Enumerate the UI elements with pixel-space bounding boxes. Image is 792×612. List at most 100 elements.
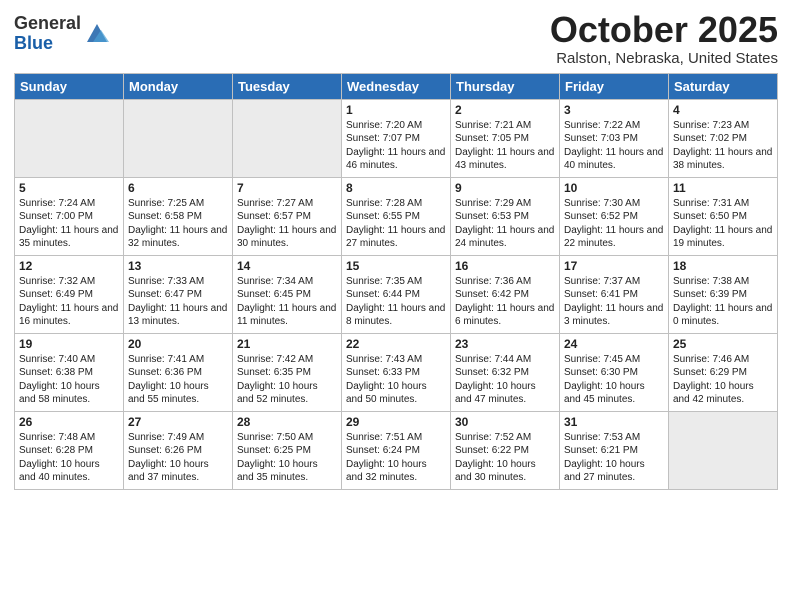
page-container: General Blue October 2025 Ralston, Nebra…	[0, 0, 792, 500]
cell-content: Sunrise: 7:28 AM Sunset: 6:55 PM Dayligh…	[346, 197, 446, 251]
table-row: 5Sunrise: 7:24 AM Sunset: 7:00 PM Daylig…	[15, 177, 124, 255]
logo-icon	[83, 20, 111, 48]
col-thursday: Thursday	[451, 73, 560, 99]
cell-content: Sunrise: 7:51 AM Sunset: 6:24 PM Dayligh…	[346, 431, 446, 485]
day-number: 24	[564, 337, 664, 351]
day-number: 10	[564, 181, 664, 195]
table-row: 9 Sunrise: 7:29 AM Sunset: 6:53 PM Daylig…	[451, 177, 560, 255]
day-number: 7	[237, 181, 337, 195]
table-row: 22 Sunrise: 7:43 AM Sunset: 6:33 PM Dayli…	[342, 333, 451, 411]
calendar-week-row: 5Sunrise: 7:24 AM Sunset: 7:00 PM Daylig…	[15, 177, 778, 255]
table-row: 14 Sunrise: 7:34 AM Sunset: 6:45 PM Dayli…	[233, 255, 342, 333]
table-row: 15Sunrise: 7:35 AM Sunset: 6:44 PM Dayli…	[342, 255, 451, 333]
table-row: 25Sunrise: 7:46 AM Sunset: 6:29 PM Dayli…	[669, 333, 778, 411]
table-row: 1Sunrise: 7:20 AM Sunset: 7:07 PM Daylig…	[342, 99, 451, 177]
day-number: 6	[128, 181, 228, 195]
day-number: 30	[455, 415, 555, 429]
cell-content: Sunrise: 7:34 AM Sunset: 6:45 PM Dayligh…	[237, 275, 337, 329]
day-number: 27	[128, 415, 228, 429]
col-tuesday: Tuesday	[233, 73, 342, 99]
table-row: 28 Sunrise: 7:50 AM Sunset: 6:25 PM Dayli…	[233, 411, 342, 489]
table-row: 6 Sunrise: 7:25 AM Sunset: 6:58 PM Daylig…	[124, 177, 233, 255]
table-row: 20Sunrise: 7:41 AM Sunset: 6:36 PM Dayli…	[124, 333, 233, 411]
table-row: 7 Sunrise: 7:27 AM Sunset: 6:57 PM Daylig…	[233, 177, 342, 255]
cell-content: Sunrise: 7:43 AM Sunset: 6:33 PM Dayligh…	[346, 353, 446, 407]
logo: General Blue	[14, 14, 111, 54]
cell-content: Sunrise: 7:29 AM Sunset: 6:53 PM Dayligh…	[455, 197, 555, 251]
table-row: 19 Sunrise: 7:40 AM Sunset: 6:38 PM Dayli…	[15, 333, 124, 411]
cell-content: Sunrise: 7:37 AM Sunset: 6:41 PM Dayligh…	[564, 275, 664, 329]
table-row: 23 Sunrise: 7:44 AM Sunset: 6:32 PM Dayli…	[451, 333, 560, 411]
cell-content: Sunrise: 7:38 AM Sunset: 6:39 PM Dayligh…	[673, 275, 773, 329]
title-block: October 2025 Ralston, Nebraska, United S…	[550, 10, 778, 67]
cell-content: Sunrise: 7:45 AM Sunset: 6:30 PM Dayligh…	[564, 353, 664, 407]
table-row: 12 Sunrise: 7:32 AM Sunset: 6:49 PM Dayli…	[15, 255, 124, 333]
day-number: 8	[346, 181, 446, 195]
calendar-week-row: 26 Sunrise: 7:48 AM Sunset: 6:28 PM Dayli…	[15, 411, 778, 489]
table-row: 2Sunrise: 7:21 AM Sunset: 7:05 PM Daylig…	[451, 99, 560, 177]
calendar-header-row: Sunday Monday Tuesday Wednesday Thursday…	[15, 73, 778, 99]
cell-content: Sunrise: 7:21 AM Sunset: 7:05 PM Dayligh…	[455, 119, 555, 173]
table-row: 11Sunrise: 7:31 AM Sunset: 6:50 PM Dayli…	[669, 177, 778, 255]
day-number: 28	[237, 415, 337, 429]
table-row: 29Sunrise: 7:51 AM Sunset: 6:24 PM Dayli…	[342, 411, 451, 489]
day-number: 19	[19, 337, 119, 351]
day-number: 3	[564, 103, 664, 117]
cell-content: Sunrise: 7:48 AM Sunset: 6:28 PM Dayligh…	[19, 431, 119, 485]
table-row	[669, 411, 778, 489]
day-number: 17	[564, 259, 664, 273]
day-number: 4	[673, 103, 773, 117]
day-number: 22	[346, 337, 446, 351]
header: General Blue October 2025 Ralston, Nebra…	[14, 10, 778, 67]
cell-content: Sunrise: 7:42 AM Sunset: 6:35 PM Dayligh…	[237, 353, 337, 407]
col-saturday: Saturday	[669, 73, 778, 99]
cell-content: Sunrise: 7:50 AM Sunset: 6:25 PM Dayligh…	[237, 431, 337, 485]
col-friday: Friday	[560, 73, 669, 99]
cell-content: Sunrise: 7:44 AM Sunset: 6:32 PM Dayligh…	[455, 353, 555, 407]
cell-content: Sunrise: 7:27 AM Sunset: 6:57 PM Dayligh…	[237, 197, 337, 251]
table-row	[15, 99, 124, 177]
month-title: October 2025	[550, 10, 778, 50]
day-number: 5	[19, 181, 119, 195]
cell-content: Sunrise: 7:31 AM Sunset: 6:50 PM Dayligh…	[673, 197, 773, 251]
table-row: 24 Sunrise: 7:45 AM Sunset: 6:30 PM Dayli…	[560, 333, 669, 411]
day-number: 26	[19, 415, 119, 429]
cell-content: Sunrise: 7:53 AM Sunset: 6:21 PM Dayligh…	[564, 431, 664, 485]
calendar-table: Sunday Monday Tuesday Wednesday Thursday…	[14, 73, 778, 490]
day-number: 9	[455, 181, 555, 195]
day-number: 14	[237, 259, 337, 273]
cell-content: Sunrise: 7:41 AM Sunset: 6:36 PM Dayligh…	[128, 353, 228, 407]
table-row: 26 Sunrise: 7:48 AM Sunset: 6:28 PM Dayli…	[15, 411, 124, 489]
col-sunday: Sunday	[15, 73, 124, 99]
day-number: 13	[128, 259, 228, 273]
table-row: 21Sunrise: 7:42 AM Sunset: 6:35 PM Dayli…	[233, 333, 342, 411]
cell-content: Sunrise: 7:36 AM Sunset: 6:42 PM Dayligh…	[455, 275, 555, 329]
table-row: 16 Sunrise: 7:36 AM Sunset: 6:42 PM Dayli…	[451, 255, 560, 333]
calendar-week-row: 12 Sunrise: 7:32 AM Sunset: 6:49 PM Dayli…	[15, 255, 778, 333]
table-row: 31 Sunrise: 7:53 AM Sunset: 6:21 PM Dayli…	[560, 411, 669, 489]
table-row: 17 Sunrise: 7:37 AM Sunset: 6:41 PM Dayli…	[560, 255, 669, 333]
day-number: 12	[19, 259, 119, 273]
col-monday: Monday	[124, 73, 233, 99]
table-row: 27 Sunrise: 7:49 AM Sunset: 6:26 PM Dayli…	[124, 411, 233, 489]
location: Ralston, Nebraska, United States	[550, 50, 778, 67]
day-number: 18	[673, 259, 773, 273]
table-row: 13Sunrise: 7:33 AM Sunset: 6:47 PM Dayli…	[124, 255, 233, 333]
table-row: 18 Sunrise: 7:38 AM Sunset: 6:39 PM Dayli…	[669, 255, 778, 333]
table-row	[233, 99, 342, 177]
cell-content: Sunrise: 7:40 AM Sunset: 6:38 PM Dayligh…	[19, 353, 119, 407]
cell-content: Sunrise: 7:25 AM Sunset: 6:58 PM Dayligh…	[128, 197, 228, 251]
cell-content: Sunrise: 7:23 AM Sunset: 7:02 PM Dayligh…	[673, 119, 773, 173]
table-row: 3Sunrise: 7:22 AM Sunset: 7:03 PM Daylig…	[560, 99, 669, 177]
day-number: 1	[346, 103, 446, 117]
cell-content: Sunrise: 7:49 AM Sunset: 6:26 PM Dayligh…	[128, 431, 228, 485]
table-row: 30Sunrise: 7:52 AM Sunset: 6:22 PM Dayli…	[451, 411, 560, 489]
table-row: 10Sunrise: 7:30 AM Sunset: 6:52 PM Dayli…	[560, 177, 669, 255]
calendar-week-row: 1Sunrise: 7:20 AM Sunset: 7:07 PM Daylig…	[15, 99, 778, 177]
col-wednesday: Wednesday	[342, 73, 451, 99]
day-number: 23	[455, 337, 555, 351]
cell-content: Sunrise: 7:32 AM Sunset: 6:49 PM Dayligh…	[19, 275, 119, 329]
day-number: 31	[564, 415, 664, 429]
logo-general-text: General	[14, 13, 81, 33]
day-number: 16	[455, 259, 555, 273]
